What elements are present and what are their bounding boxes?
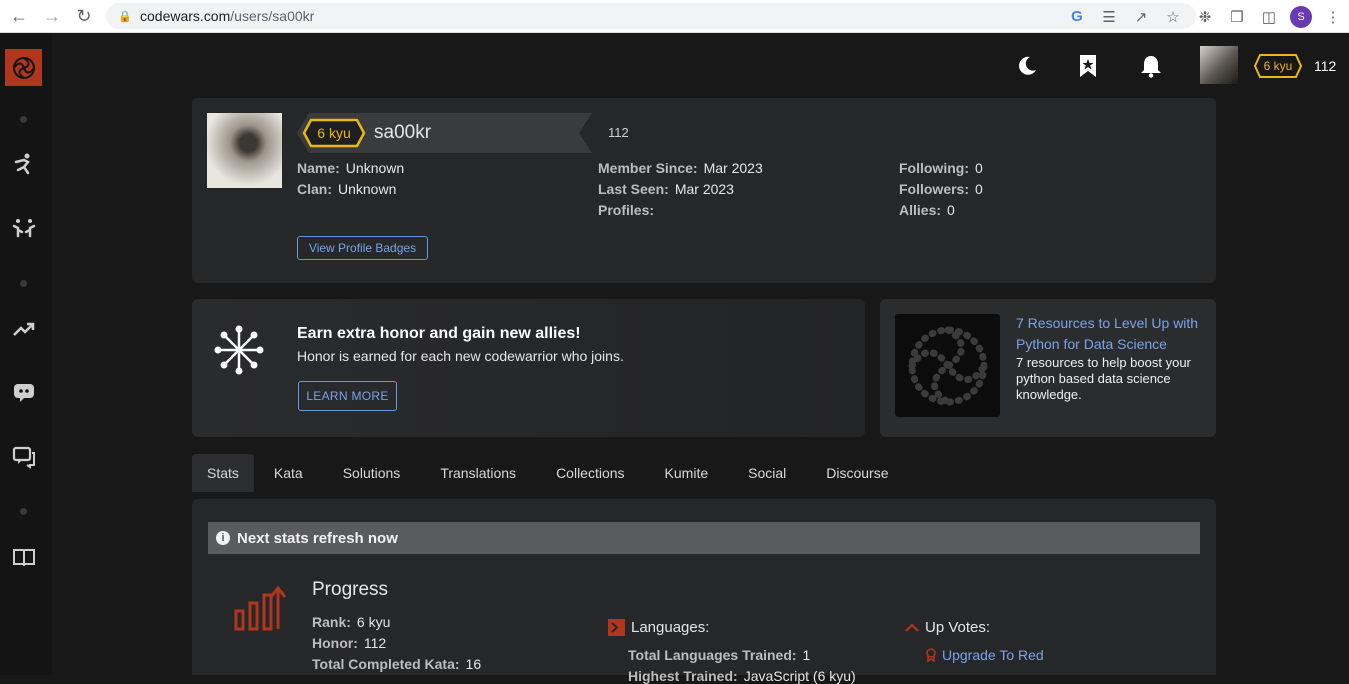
profile-honor: 112 [608, 125, 629, 140]
tab-discourse[interactable]: Discourse [806, 454, 908, 492]
member-since-field: Member Since: Mar 2023 [598, 160, 763, 176]
sidebar [0, 33, 52, 675]
learn-more-button[interactable]: LEARN MORE [298, 381, 397, 411]
codewars-logo[interactable] [5, 49, 42, 86]
tab-stats[interactable]: Stats [192, 454, 254, 492]
rank-badge: 6 kyu [1253, 53, 1303, 79]
profiles-field: Profiles: [598, 202, 655, 218]
upgrade-to-red-link[interactable]: Upgrade To Red [926, 647, 1044, 663]
docs-book-icon[interactable] [12, 545, 36, 569]
rank-field: Rank: 6 kyu [312, 614, 391, 630]
extensions-puzzle-icon[interactable]: ❒ [1221, 1, 1253, 33]
languages-heading: Languages: [608, 619, 709, 636]
tab-translations[interactable]: Translations [420, 454, 536, 492]
profile-name-banner: 6 kyu sa00kr [297, 113, 592, 153]
network-icon [214, 325, 264, 375]
promo-title: Earn extra honor and gain new allies! [297, 325, 581, 342]
honor-count: 112 [1314, 58, 1337, 74]
bookmark-icon[interactable] [1075, 53, 1101, 79]
last-seen-field: Last Seen: Mar 2023 [598, 181, 734, 197]
upvotes-heading: Up Votes: [905, 619, 990, 636]
view-profile-badges-button[interactable]: View Profile Badges [297, 236, 428, 260]
user-avatar[interactable] [1200, 46, 1238, 84]
username: sa00kr [374, 122, 432, 143]
profile-avatar-image [207, 113, 282, 188]
profile-avatar[interactable]: S [1285, 1, 1317, 33]
side-panel-icon[interactable]: ◫ [1253, 1, 1285, 33]
profile-card: 6 kyu sa00kr 112 Name: Unknown Clan: Unkno… [192, 98, 1216, 283]
tab-collections[interactable]: Collections [536, 454, 644, 492]
resource-promo: 7 Resources to Level Up with Python for … [880, 299, 1216, 437]
url-host: codewars.com [140, 8, 231, 24]
highest-trained-field: Highest Trained: JavaScript (6 kyu) [628, 668, 856, 684]
resource-description: 7 resources to help boost your python ba… [1016, 355, 1191, 402]
ribbon-icon [926, 648, 936, 662]
stats-refresh-notice: i Next stats refresh now [208, 522, 1200, 554]
app-header: 6 kyu 112 [52, 33, 1349, 99]
following-field[interactable]: Following: 0 [899, 160, 983, 176]
tab-social[interactable]: Social [728, 454, 806, 492]
share-icon[interactable]: ↗ [1125, 1, 1157, 33]
lock-icon: 🔒 [118, 11, 132, 23]
reload-icon[interactable]: ↻ [69, 1, 99, 31]
menu-kebab-icon[interactable]: ⋮ [1317, 1, 1349, 33]
name-field: Name: Unknown [297, 160, 405, 176]
extension-bug-icon[interactable]: ❉ [1189, 1, 1221, 33]
tab-kata[interactable]: Kata [254, 454, 323, 492]
languages-trained-field: Total Languages Trained: 1 [628, 647, 811, 663]
google-icon[interactable]: G [1061, 1, 1093, 33]
notifications-bell-icon[interactable] [1138, 53, 1164, 79]
progress-chart-icon [234, 585, 288, 633]
info-icon: i [216, 531, 230, 545]
stats-panel: i Next stats refresh now Progress Rank: 6… [192, 499, 1216, 684]
resource-link[interactable]: 7 Resources to Level Up with Python for … [1016, 313, 1201, 355]
honor-field: Honor: 112 [312, 635, 387, 651]
address-bar[interactable]: 🔒 codewars.com/users/sa00kr [106, 3, 1196, 29]
sidebar-separator [20, 508, 27, 515]
resource-thumbnail[interactable] [895, 314, 1000, 417]
chevron-up-icon [905, 622, 919, 632]
sidebar-separator [20, 116, 27, 123]
profile-rank-badge: 6 kyu [302, 118, 366, 148]
practice-icon[interactable] [12, 216, 36, 240]
url-path: /users/sa00kr [230, 8, 315, 24]
followers-field[interactable]: Followers: 0 [899, 181, 983, 197]
profile-tabs: Stats Kata Solutions Translations Collec… [192, 454, 909, 492]
terminal-icon [608, 619, 625, 636]
promo-subtitle: Honor is earned for each new codewarrior… [297, 348, 624, 364]
dark-mode-moon-icon[interactable] [1014, 53, 1040, 79]
allies-field[interactable]: Allies: 0 [899, 202, 955, 218]
discord-icon[interactable] [12, 380, 36, 404]
progress-title: Progress [312, 579, 389, 600]
leaderboard-trending-icon[interactable] [12, 317, 36, 341]
back-icon[interactable]: ← [4, 1, 34, 31]
browser-toolbar: ← → ↻ 🔒 codewars.com/users/sa00kr G ☰ ↗ … [0, 0, 1349, 33]
referral-promo: Earn extra honor and gain new allies! Ho… [192, 299, 865, 437]
tab-solutions[interactable]: Solutions [323, 454, 421, 492]
translate-icon[interactable]: ☰ [1093, 1, 1125, 33]
training-icon[interactable] [12, 152, 36, 176]
completed-kata-field: Total Completed Kata: 16 [312, 656, 482, 672]
forward-icon[interactable]: → [37, 1, 67, 31]
clan-field: Clan: Unknown [297, 181, 397, 197]
bookmark-star-icon[interactable]: ☆ [1157, 1, 1189, 33]
tab-kumite[interactable]: Kumite [645, 454, 729, 492]
sidebar-separator [20, 280, 27, 287]
chat-icon[interactable] [12, 445, 36, 469]
